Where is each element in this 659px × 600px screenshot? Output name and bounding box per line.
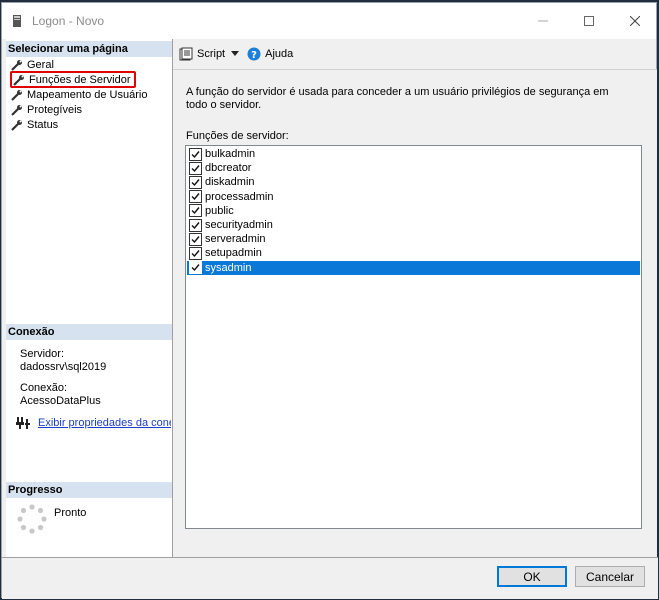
server-roles-label: Funções de servidor:: [186, 130, 289, 142]
role-checkbox[interactable]: [189, 232, 202, 246]
nav-item-geral[interactable]: Geral: [11, 57, 57, 72]
checkmark-icon: [191, 178, 200, 186]
script-dropdown-button[interactable]: [231, 51, 240, 57]
toolbar: Script ? Ajuda: [173, 39, 657, 69]
checkmark-icon: [191, 207, 200, 215]
help-button[interactable]: ? Ajuda: [247, 47, 293, 61]
page-description: A função do servidor é usada para conced…: [186, 86, 609, 111]
role-checkbox[interactable]: [189, 147, 202, 161]
role-checkbox[interactable]: [189, 218, 202, 232]
progress-spinner-icon: [17, 504, 47, 534]
server-value: dadossrv\sql2019: [20, 361, 107, 373]
nav-item-server-roles[interactable]: Funções de Servidor: [10, 71, 136, 88]
role-label: setupadmin: [205, 247, 262, 260]
role-label: serveradmin: [205, 233, 266, 246]
minimize-icon: [538, 20, 548, 22]
role-checkbox[interactable]: [189, 190, 202, 204]
role-label: processadmin: [205, 190, 274, 203]
progress-header: Progresso: [6, 482, 172, 498]
cancel-button[interactable]: Cancelar: [575, 566, 645, 587]
wrench-icon: [11, 59, 22, 71]
ok-button[interactable]: OK: [497, 566, 567, 587]
nav-item-label: Funções de Servidor: [29, 73, 131, 86]
role-row-bulkadmin[interactable]: bulkadmin: [187, 147, 640, 161]
role-label: diskadmin: [205, 176, 255, 189]
nav-item-status[interactable]: Status: [11, 117, 61, 132]
wrench-icon: [11, 119, 22, 131]
chevron-down-icon: [231, 51, 240, 56]
window-title: Logon - Novo: [32, 14, 105, 28]
role-row-sysadmin[interactable]: sysadmin: [187, 260, 640, 275]
nav-item-label: Status: [27, 118, 59, 131]
role-row-securityadmin[interactable]: securityadmin: [187, 218, 640, 232]
help-icon: ?: [247, 47, 261, 61]
nav-item-label: Mapeamento de Usuário: [27, 88, 148, 101]
role-row-dbcreator[interactable]: dbcreator: [187, 161, 640, 175]
role-checkbox[interactable]: [189, 161, 202, 175]
role-checkbox[interactable]: [189, 175, 202, 189]
server-roles-list[interactable]: bulkadmin dbcreator diskadmin processadmin p…: [185, 145, 642, 529]
checkmark-icon: [191, 249, 200, 257]
left-pane: Selecionar uma página Geral Funções de S…: [6, 39, 172, 557]
checkmark-icon: [191, 264, 200, 272]
role-checkbox[interactable]: [189, 204, 202, 218]
checkmark-icon: [191, 150, 200, 158]
minimize-button[interactable]: [520, 3, 566, 39]
role-label: securityadmin: [205, 219, 273, 231]
view-connection-properties-link[interactable]: Exibir propriedades da conexão: [38, 417, 171, 429]
checkmark-icon: [191, 164, 200, 172]
svg-text:?: ?: [251, 50, 257, 61]
checkmark-icon: [191, 193, 200, 201]
connection-label: Conexão:: [20, 382, 68, 394]
connection-plug-icon: [16, 417, 30, 429]
close-button[interactable]: [612, 3, 658, 39]
nav-item-label: Protegíveis: [27, 103, 83, 116]
role-label: dbcreator: [205, 162, 252, 175]
select-page-header: Selecionar uma página: [6, 41, 172, 57]
dialog-footer: OK Cancelar: [2, 558, 658, 599]
server-label: Servidor:: [20, 348, 65, 360]
help-label: Ajuda: [265, 48, 294, 60]
nav-item-label: Geral: [27, 58, 54, 71]
progress-status: Pronto: [54, 507, 87, 519]
script-button[interactable]: Script: [179, 47, 225, 61]
maximize-button[interactable]: [566, 3, 612, 39]
maximize-icon: [584, 16, 594, 26]
script-icon: [179, 47, 193, 61]
role-row-diskadmin[interactable]: diskadmin: [187, 175, 640, 189]
role-checkbox[interactable]: [189, 246, 202, 260]
role-label: bulkadmin: [205, 148, 256, 160]
role-label: public: [205, 204, 234, 217]
connection-value: AcessoDataPlus: [20, 395, 101, 407]
view-connection-properties[interactable]: Exibir propriedades da conexão: [16, 416, 171, 430]
role-row-public[interactable]: public: [187, 204, 640, 218]
role-row-processadmin[interactable]: processadmin: [187, 190, 640, 204]
wrench-icon: [11, 89, 22, 101]
ssms-app-icon: [13, 15, 21, 27]
script-label: Script: [197, 48, 226, 60]
role-row-serveradmin[interactable]: serveradmin: [187, 232, 640, 246]
connection-header: Conexão: [6, 324, 172, 340]
title-bar: Logon - Novo: [2, 3, 656, 39]
close-icon: [630, 16, 640, 26]
main-content: A função do servidor é usada para conced…: [173, 70, 657, 557]
role-checkbox[interactable]: [189, 261, 202, 275]
role-label: sysadmin: [205, 261, 252, 274]
role-row-setupadmin[interactable]: setupadmin: [187, 246, 640, 260]
checkmark-icon: [191, 221, 200, 229]
nav-item-user-mapping[interactable]: Mapeamento de Usuário: [11, 87, 150, 102]
wrench-icon: [13, 74, 24, 86]
logon-dialog: Logon - Novo Selecionar uma página Geral…: [1, 2, 658, 599]
wrench-icon: [11, 104, 22, 116]
nav-item-securables[interactable]: Protegíveis: [11, 102, 85, 117]
checkmark-icon: [191, 235, 200, 243]
